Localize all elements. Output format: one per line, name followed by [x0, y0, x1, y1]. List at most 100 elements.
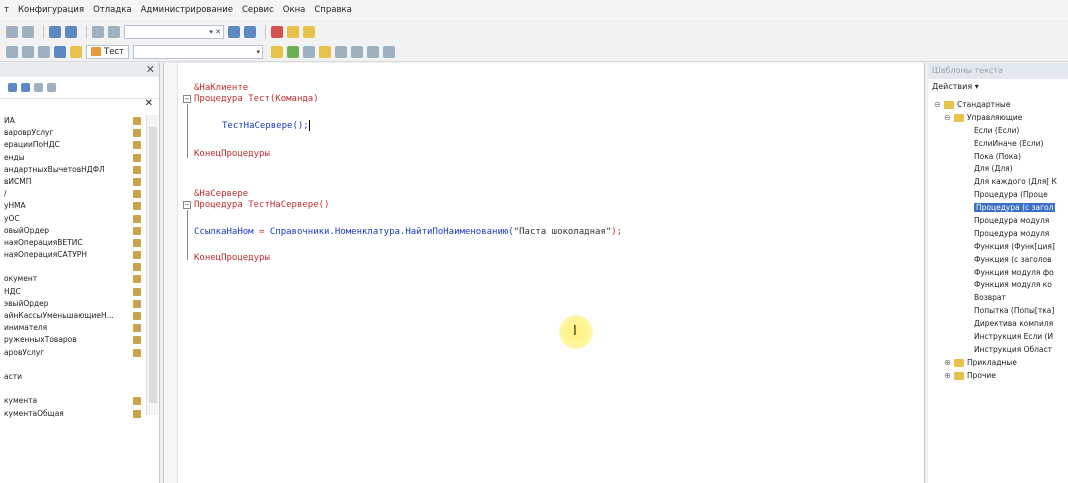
tree-item[interactable]: наяОперацияВЕТИС: [0, 237, 145, 249]
menu-item[interactable]: т: [4, 5, 9, 15]
fold-toggle-icon[interactable]: −: [183, 95, 191, 103]
tree-item[interactable]: кументаОбщая: [0, 408, 145, 420]
expand-icon[interactable]: ⊕: [944, 357, 952, 370]
forward-icon[interactable]: [65, 26, 77, 38]
template-item[interactable]: Директива компиля: [928, 318, 1068, 331]
template-item[interactable]: Процедура модуля: [928, 215, 1068, 228]
expand-icon[interactable]: ⊕: [944, 370, 952, 383]
tree-item[interactable]: уНМА: [0, 200, 145, 212]
template-item[interactable]: Попытка (Попы[тка]: [928, 305, 1068, 318]
tree-item[interactable]: ИА: [0, 115, 145, 127]
close-icon[interactable]: ✕: [146, 63, 155, 76]
tree-item[interactable]: аровУслуг: [0, 347, 145, 359]
module-icon[interactable]: [6, 45, 18, 58]
find-in-config-icon[interactable]: [92, 26, 104, 38]
tree-item[interactable]: айнКассыУменьшающиеН...: [0, 310, 145, 322]
format-icon[interactable]: [367, 45, 380, 58]
template-item[interactable]: Инструкция Област: [928, 344, 1068, 357]
tree-item[interactable]: овыйОрдер: [0, 225, 145, 237]
template-item[interactable]: Для (Для): [928, 163, 1068, 176]
menu-item[interactable]: Окна: [283, 5, 306, 15]
tree-folder[interactable]: ⊖ Управляющие: [928, 112, 1068, 125]
template-item[interactable]: Функция (с заголов: [928, 254, 1068, 267]
tree-item[interactable]: эвыйОрдер: [0, 298, 145, 310]
info-icon[interactable]: [303, 26, 315, 38]
list-icon[interactable]: [34, 83, 43, 92]
uncomment-icon[interactable]: [38, 45, 50, 58]
tree-item[interactable]: енды: [0, 152, 145, 164]
procedure-combo[interactable]: ▾: [133, 44, 264, 59]
template-item[interactable]: Процедура модуля: [928, 228, 1068, 241]
scrollbar[interactable]: [146, 115, 158, 415]
tree-folder[interactable]: ⊕ Прочие: [928, 370, 1068, 383]
menu-item[interactable]: Администрирование: [141, 5, 233, 15]
actions-menu[interactable]: Действия ▾: [928, 79, 1068, 95]
tree-item[interactable]: НДС: [0, 286, 145, 298]
comment-icon[interactable]: [22, 45, 34, 58]
tree-folder[interactable]: ⊕ Прикладные: [928, 357, 1068, 370]
template-item[interactable]: Если (Если): [928, 125, 1068, 138]
code-editor[interactable]: &НаКлиенте − Процедура Тест(Команда) Тес…: [163, 63, 925, 483]
menu-item[interactable]: Справка: [314, 5, 351, 15]
template-item[interactable]: Для каждого (Для[ К: [928, 176, 1068, 189]
step-icon[interactable]: [319, 45, 332, 58]
tree-item[interactable]: андартныхВычетовНДФЛ: [0, 164, 145, 176]
tree-item[interactable]: окумент: [0, 273, 145, 285]
back-icon[interactable]: [49, 26, 61, 38]
find-next-icon[interactable]: [228, 26, 240, 38]
template-item[interactable]: ЕслиИначе (Если): [928, 138, 1068, 151]
menu-item[interactable]: Конфигурация: [18, 5, 84, 15]
lock-icon: [133, 153, 141, 162]
tree-item[interactable]: инимателя: [0, 322, 145, 334]
tree-item[interactable]: уОС: [0, 213, 145, 225]
find-prev-icon[interactable]: [244, 26, 256, 38]
tree-item[interactable]: [0, 261, 145, 273]
indent-icon[interactable]: [54, 45, 66, 58]
debug-icon[interactable]: [271, 26, 283, 38]
tools-icon[interactable]: [351, 45, 364, 58]
preview-icon[interactable]: [22, 26, 34, 38]
bookmark-icon[interactable]: [70, 45, 82, 58]
tree-folder[interactable]: ⊖ Стандартные: [928, 99, 1068, 112]
fold-toggle-icon[interactable]: −: [183, 201, 191, 209]
filter-icon[interactable]: [47, 83, 56, 92]
menu-item[interactable]: Отладка: [93, 5, 132, 15]
menu-item[interactable]: Сервис: [242, 5, 274, 15]
tree-item[interactable]: вИСМП: [0, 176, 145, 188]
move-up-icon[interactable]: [8, 83, 17, 92]
open-icon[interactable]: [6, 26, 18, 38]
tree-item[interactable]: вароврУслуг: [0, 127, 145, 139]
tree-item[interactable]: наяОперацияСАТУРН: [0, 249, 145, 261]
template-item[interactable]: Инструкция Если (И: [928, 331, 1068, 344]
settings-icon[interactable]: [383, 45, 396, 58]
tree-item[interactable]: /: [0, 188, 145, 200]
template-item[interactable]: Процедура (с загол: [928, 202, 1068, 215]
template-item[interactable]: Функция модуля фо: [928, 267, 1068, 280]
tree-item[interactable]: асти: [0, 371, 145, 383]
template-item[interactable]: Функция модуля ко: [928, 279, 1068, 292]
tree-item[interactable]: руженныхТоваров: [0, 334, 145, 346]
template-item[interactable]: Возврат: [928, 292, 1068, 305]
wizard-icon[interactable]: [271, 45, 284, 58]
tree-item[interactable]: [0, 383, 145, 395]
stop-icon[interactable]: [335, 45, 348, 58]
help-icon[interactable]: [287, 26, 299, 38]
template-item[interactable]: Функция (Функ[ция]: [928, 241, 1068, 254]
move-down-icon[interactable]: [21, 83, 30, 92]
search-combo[interactable]: ▾ ✕: [124, 25, 224, 39]
tree-item[interactable]: [0, 359, 145, 371]
tree-item-label: айнКассыУменьшающиеН...: [4, 311, 114, 320]
tree-item[interactable]: ерацииПоНДС: [0, 139, 145, 151]
run-icon[interactable]: [287, 45, 300, 58]
tree-item[interactable]: кумента: [0, 395, 145, 407]
collapse-icon[interactable]: ⊖: [934, 99, 942, 112]
collapse-icon[interactable]: ⊖: [944, 112, 952, 125]
breakpoint-icon[interactable]: [303, 45, 316, 58]
code-area[interactable]: &НаКлиенте − Процедура Тест(Команда) Тес…: [183, 83, 622, 263]
close-icon[interactable]: ✕: [145, 98, 153, 109]
scrollbar-thumb[interactable]: [149, 127, 157, 403]
template-item[interactable]: Процедура (Проце: [928, 189, 1068, 202]
search-icon[interactable]: [108, 26, 120, 38]
template-item[interactable]: Пока (Пока): [928, 151, 1068, 164]
tab-test[interactable]: Тест: [86, 44, 130, 59]
